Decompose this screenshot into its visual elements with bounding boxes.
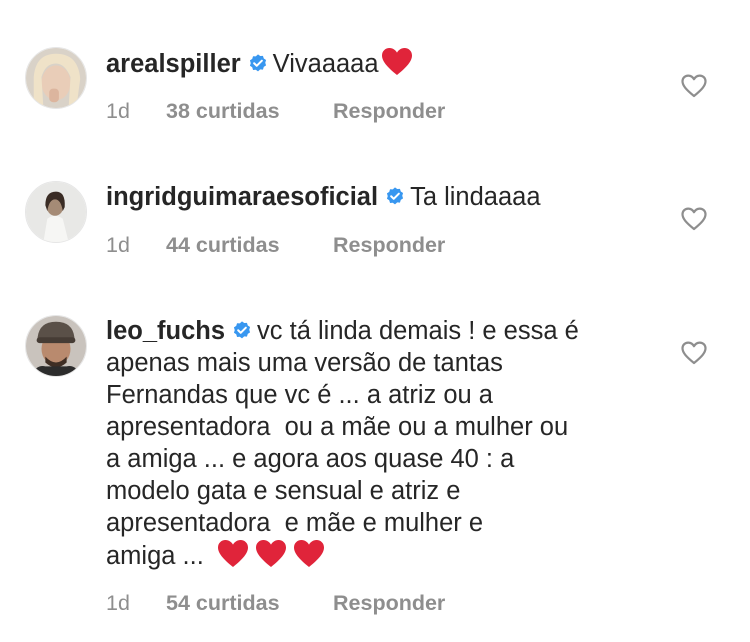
comment-text-line: vc tá linda demais ! e essa é <box>257 317 579 345</box>
comment-likes-count[interactable]: 54 curtidas <box>166 590 333 616</box>
like-heart-icon[interactable] <box>681 74 707 98</box>
comment-meta: 1d 38 curtidas Responder <box>106 98 445 124</box>
red-heart-emoji <box>381 47 413 77</box>
comment-text-line: Fernandas que vc é ... a atriz ou a <box>106 381 493 409</box>
red-heart-emoji <box>217 539 249 569</box>
comment-text: Ta lindaaaa <box>410 183 541 211</box>
reply-button[interactable]: Responder <box>333 98 445 124</box>
comment-meta: 1d 54 curtidas Responder <box>106 590 445 616</box>
comment-likes-count[interactable]: 44 curtidas <box>166 232 333 258</box>
avatar[interactable] <box>25 47 87 109</box>
avatar[interactable] <box>25 181 87 243</box>
reply-button[interactable]: Responder <box>333 590 445 616</box>
comment-text-line: apresentadora e mãe e mulher e <box>106 509 484 537</box>
avatar[interactable] <box>25 315 87 377</box>
like-heart-icon[interactable] <box>681 341 707 365</box>
comment-text: Vivaaaaa <box>272 50 379 78</box>
comment-username[interactable]: ingridguimaraesoficial <box>106 183 378 211</box>
verified-badge-icon <box>384 186 406 208</box>
like-heart-icon[interactable] <box>681 207 707 231</box>
verified-badge-icon <box>247 53 269 75</box>
comment-text-line: a amiga ... e agora aos quase 40 : a <box>106 445 515 473</box>
comment-text-line: apresentadora ou a mãe ou a mulher ou <box>106 413 569 441</box>
comment-body: ingridguimaraesoficial Ta lindaaaa <box>106 181 646 213</box>
comment-body: leo_fuchs vc tá linda demais ! e essa é a… <box>106 315 646 572</box>
comment-timestamp[interactable]: 1d <box>106 590 166 616</box>
comment-text-line: modelo gata e sensual e atriz e <box>106 477 461 505</box>
verified-badge-icon <box>231 320 253 342</box>
comment-username[interactable]: arealspiller <box>106 50 241 78</box>
reply-button[interactable]: Responder <box>333 232 445 258</box>
comment-username[interactable]: leo_fuchs <box>106 317 225 345</box>
comment-likes-count[interactable]: 38 curtidas <box>166 98 333 124</box>
comment-text-line: apenas mais uma versão de tantas <box>106 349 503 377</box>
comment-body: arealspiller Vivaaaaa <box>106 47 646 80</box>
comment-timestamp[interactable]: 1d <box>106 98 166 124</box>
comment-text-line: amiga ... <box>106 542 204 570</box>
comment-timestamp[interactable]: 1d <box>106 232 166 258</box>
comment-meta: 1d 44 curtidas Responder <box>106 232 445 258</box>
red-heart-emoji <box>255 539 287 569</box>
red-heart-emoji <box>293 539 325 569</box>
